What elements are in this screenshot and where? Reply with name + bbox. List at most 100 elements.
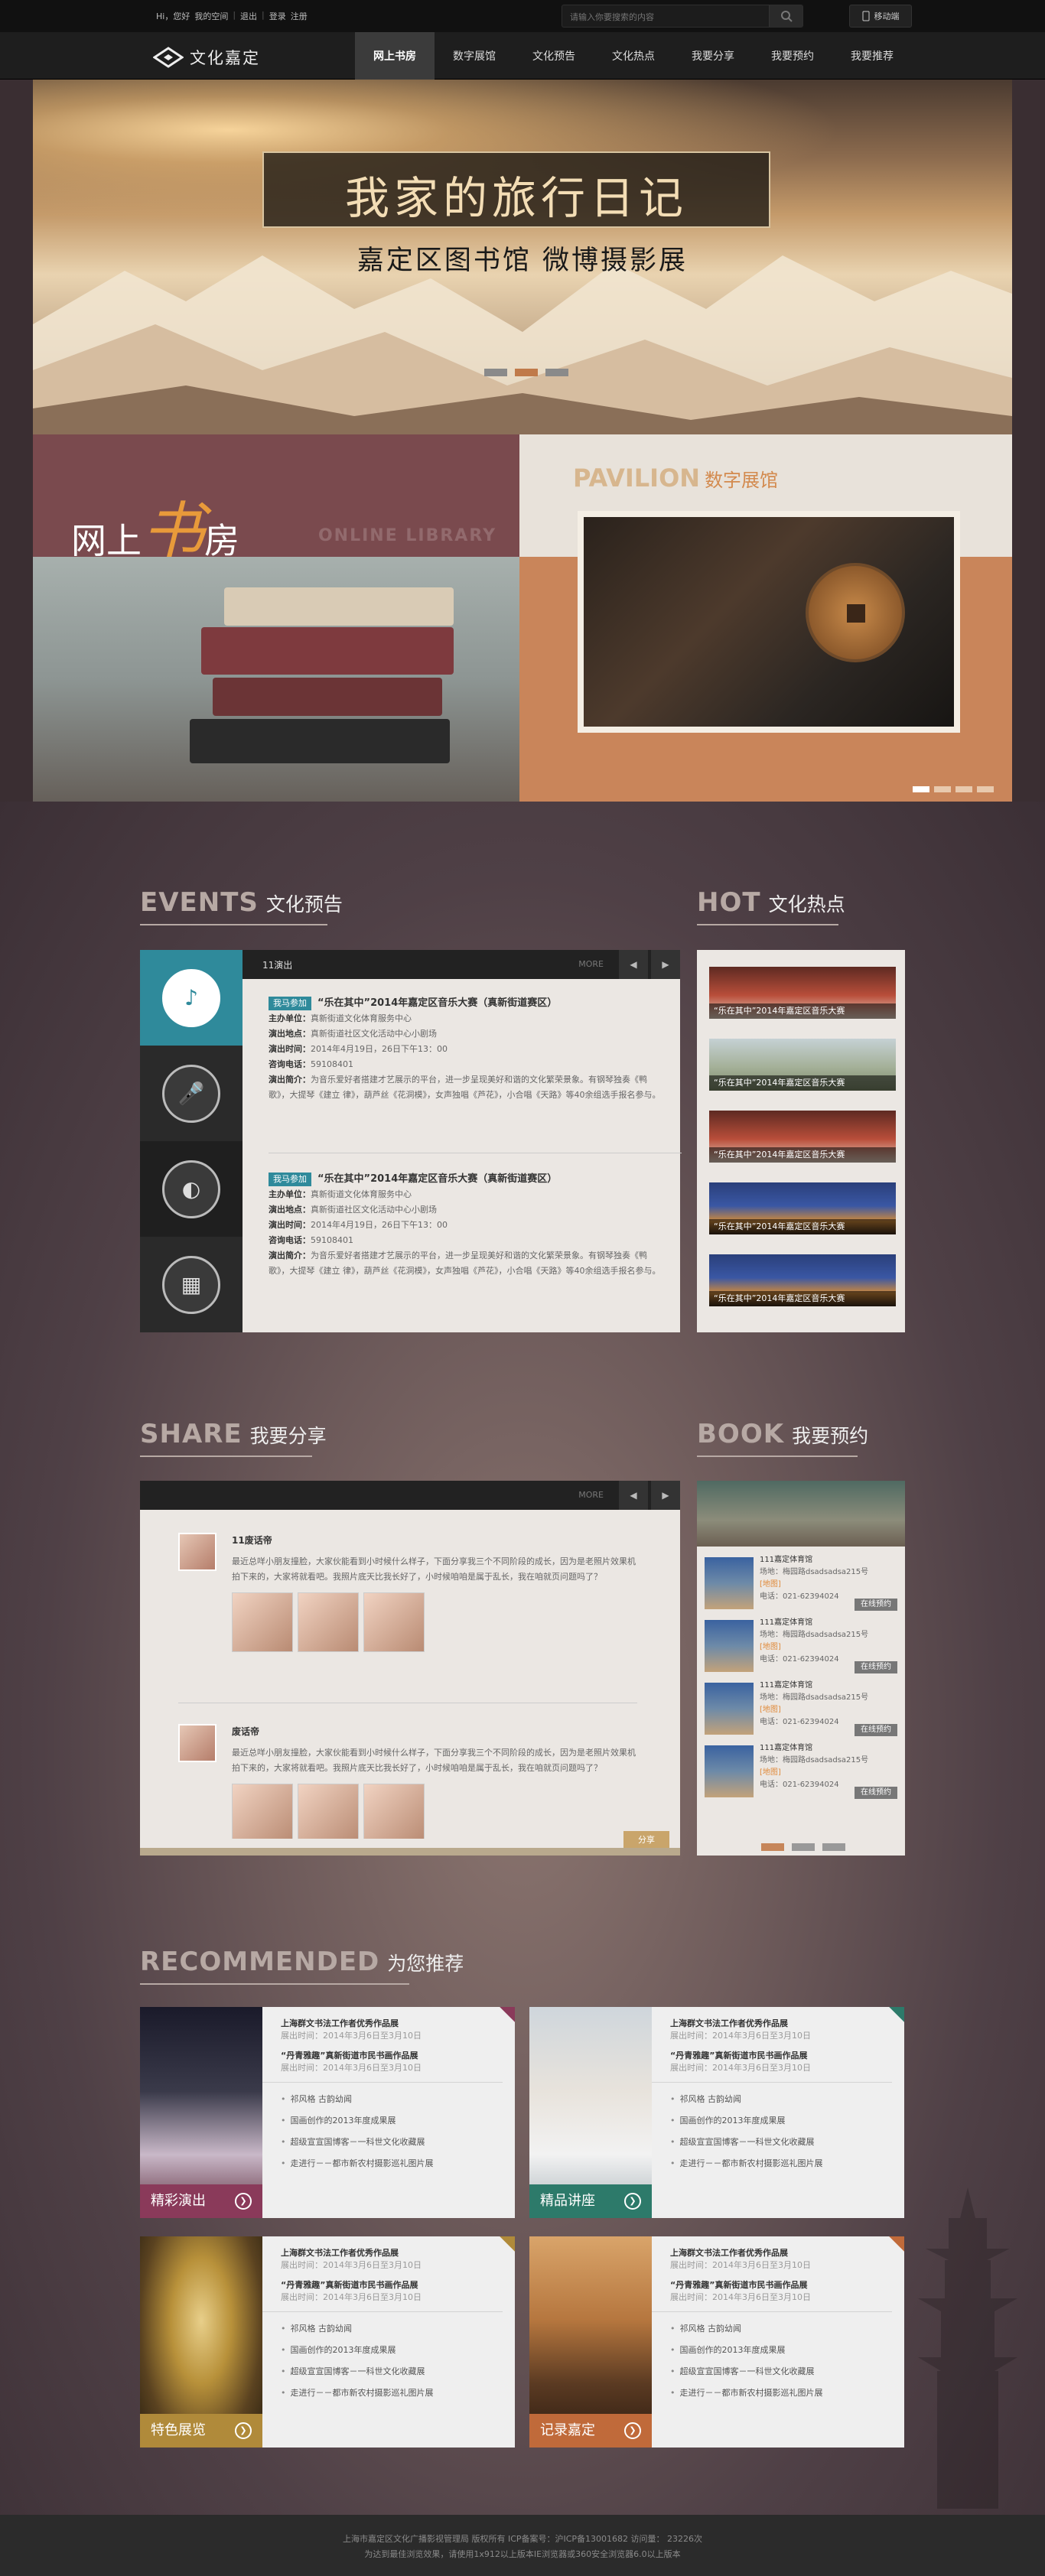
pavilion-dot[interactable] — [934, 786, 951, 792]
category-music[interactable]: ♪ — [140, 950, 243, 1046]
card-item-title[interactable]: “丹青雅趣”真新街道市民书画作品展 — [281, 2279, 503, 2291]
venue-thumbnail[interactable] — [705, 1557, 754, 1609]
hot-item[interactable]: “乐在其中”2014年嘉定区音乐大赛 — [709, 1182, 896, 1234]
category-speech[interactable]: 🎤 — [140, 1046, 243, 1141]
avatar[interactable] — [178, 1533, 216, 1571]
card-item-title[interactable]: “丹青雅趣”真新街道市民书画作品展 — [670, 2279, 892, 2291]
logout-link[interactable]: 退出 — [240, 10, 257, 22]
avatar[interactable] — [178, 1724, 216, 1762]
pavilion-dot[interactable] — [977, 786, 994, 792]
share-button[interactable]: 分享 — [623, 1831, 669, 1848]
nav-item-digital-pavilion[interactable]: 数字展馆 — [435, 32, 514, 80]
card-item-title[interactable]: 上海群文书法工作者优秀作品展 — [281, 2018, 503, 2030]
card-item-title[interactable]: “丹青雅趣”真新街道市民书画作品展 — [281, 2050, 503, 2062]
book-dot-active[interactable] — [761, 1843, 784, 1851]
hero-banner[interactable]: 我家的旅行日记 嘉定区图书馆 微博摄影展 — [33, 80, 1012, 434]
hot-item[interactable]: “乐在其中”2014年嘉定区音乐大赛 — [709, 1039, 896, 1091]
hot-item[interactable]: “乐在其中”2014年嘉定区音乐大赛 — [709, 1111, 896, 1163]
card-bullet[interactable]: 国画创作的2013年度成果展 — [281, 2110, 503, 2132]
venue-thumbnail[interactable] — [705, 1620, 754, 1672]
nav-item-events[interactable]: 文化预告 — [514, 32, 594, 80]
card-label[interactable]: 特色展览 ❯ — [140, 2414, 262, 2448]
my-space-link[interactable]: 我的空间 — [194, 10, 228, 22]
card-bullet[interactable]: 超级宣宣国博客－一科世文化收藏展 — [670, 2132, 892, 2153]
hero-dot-active[interactable] — [515, 369, 538, 376]
events-more-link[interactable]: MORE — [578, 959, 604, 969]
card-item-title[interactable]: 上海群文书法工作者优秀作品展 — [670, 2018, 892, 2030]
book-online-button[interactable]: 在线预约 — [855, 1724, 897, 1736]
share-photo[interactable] — [298, 1592, 359, 1652]
register-link[interactable]: 注册 — [291, 10, 308, 22]
prev-arrow-button[interactable]: ◀ — [619, 1481, 648, 1510]
nav-item-booking[interactable]: 我要预约 — [753, 32, 832, 80]
site-logo[interactable]: 文化嘉定 — [153, 46, 260, 69]
book-online-button[interactable]: 在线预约 — [855, 1787, 897, 1799]
card-bullet[interactable]: 走进行－－都市新农村摄影巡礼图片展 — [281, 2382, 503, 2404]
venue-thumbnail[interactable] — [705, 1745, 754, 1797]
card-bullet[interactable]: 超级宣宣国博客－一科世文化收藏展 — [670, 2361, 892, 2382]
card-bullet[interactable]: 超级宣宣国博客－一科世文化收藏展 — [281, 2361, 503, 2382]
card-item-title[interactable]: 上海群文书法工作者优秀作品展 — [281, 2247, 503, 2259]
card-bullet[interactable]: 走进行－－都市新农村摄影巡礼图片展 — [670, 2153, 892, 2174]
card-bullet[interactable]: 超级宣宣国博客－一科世文化收藏展 — [281, 2132, 503, 2153]
map-link[interactable]: [地图] — [760, 1641, 897, 1654]
prev-arrow-button[interactable]: ◀ — [619, 950, 648, 979]
card-bullet[interactable]: 国画创作的2013年度成果展 — [670, 2340, 892, 2361]
nav-item-hot[interactable]: 文化热点 — [594, 32, 673, 80]
next-arrow-button[interactable]: ▶ — [651, 950, 680, 979]
card-bullet[interactable]: 祁风格 古韵幼闻 — [281, 2089, 503, 2110]
book-dot[interactable] — [792, 1843, 815, 1851]
map-link[interactable]: [地图] — [760, 1767, 897, 1779]
pavilion-dot-active[interactable] — [913, 786, 929, 792]
card-label[interactable]: 精彩演出 ❯ — [140, 2184, 262, 2218]
card-item-title[interactable]: 上海群文书法工作者优秀作品展 — [670, 2247, 892, 2259]
hot-item[interactable]: “乐在其中”2014年嘉定区音乐大赛 — [709, 1254, 896, 1306]
book-online-button[interactable]: 在线预约 — [855, 1599, 897, 1611]
hero-dot[interactable] — [484, 369, 507, 376]
mobile-button[interactable]: 移动端 — [849, 5, 912, 28]
nav-item-recommend[interactable]: 我要推荐 — [832, 32, 912, 80]
card-bullet[interactable]: 祁风格 古韵幼闻 — [281, 2318, 503, 2340]
venue-name[interactable]: 111嘉定体育馆 — [760, 1617, 897, 1629]
card-bullet[interactable]: 国画创作的2013年度成果展 — [281, 2340, 503, 2361]
login-link[interactable]: 登录 — [269, 10, 286, 22]
card-label[interactable]: 精品讲座 ❯ — [529, 2184, 652, 2218]
card-bullet[interactable]: 走进行－－都市新农村摄影巡礼图片展 — [281, 2153, 503, 2174]
venue-name[interactable]: 111嘉定体育馆 — [760, 1554, 897, 1566]
join-tag[interactable]: 我马参加 — [269, 1173, 311, 1186]
digital-pavilion-promo[interactable]: PAVILION 数字展馆 — [519, 434, 1012, 802]
book-online-button[interactable]: 在线预约 — [855, 1661, 897, 1673]
card-bullet[interactable]: 祁风格 古韵幼闻 — [670, 2089, 892, 2110]
event-title[interactable]: “乐在其中”2014年嘉定区音乐大赛（真新街道赛区） — [317, 997, 557, 1009]
venue-name[interactable]: 111嘉定体育馆 — [760, 1680, 897, 1692]
search-input[interactable] — [570, 10, 776, 24]
share-photo[interactable] — [298, 1784, 359, 1839]
category-opera[interactable]: ◐ — [140, 1141, 243, 1237]
nav-item-share[interactable]: 我要分享 — [673, 32, 753, 80]
next-arrow-button[interactable]: ▶ — [651, 1481, 680, 1510]
card-bullet[interactable]: 国画创作的2013年度成果展 — [670, 2110, 892, 2132]
venue-thumbnail[interactable] — [705, 1683, 754, 1735]
online-library-promo[interactable]: 网上书房 ONLINE LIBRARY — [33, 434, 519, 802]
share-username[interactable]: 11废话帝 — [232, 1533, 637, 1548]
share-photo[interactable] — [232, 1592, 293, 1652]
map-link[interactable]: [地图] — [760, 1579, 897, 1591]
map-link[interactable]: [地图] — [760, 1704, 897, 1716]
category-calendar[interactable]: ▦ — [140, 1237, 243, 1332]
venue-name[interactable]: 111嘉定体育馆 — [760, 1742, 897, 1755]
share-username[interactable]: 废话帝 — [232, 1724, 637, 1739]
card-label[interactable]: 记录嘉定 ❯ — [529, 2414, 652, 2448]
share-photo[interactable] — [363, 1592, 425, 1652]
pavilion-dot[interactable] — [955, 786, 972, 792]
card-item-title[interactable]: “丹青雅趣”真新街道市民书画作品展 — [670, 2050, 892, 2062]
search-button[interactable] — [769, 5, 802, 27]
join-tag[interactable]: 我马参加 — [269, 997, 311, 1010]
share-photo[interactable] — [232, 1784, 293, 1839]
event-title[interactable]: “乐在其中”2014年嘉定区音乐大赛（真新街道赛区） — [317, 1173, 557, 1185]
share-more-link[interactable]: MORE — [578, 1490, 604, 1500]
card-bullet[interactable]: 走进行－－都市新农村摄影巡礼图片展 — [670, 2382, 892, 2404]
hot-item[interactable]: “乐在其中”2014年嘉定区音乐大赛 — [709, 967, 896, 1019]
nav-item-online-library[interactable]: 网上书房 — [355, 32, 435, 80]
card-bullet[interactable]: 祁风格 古韵幼闻 — [670, 2318, 892, 2340]
book-dot[interactable] — [822, 1843, 845, 1851]
